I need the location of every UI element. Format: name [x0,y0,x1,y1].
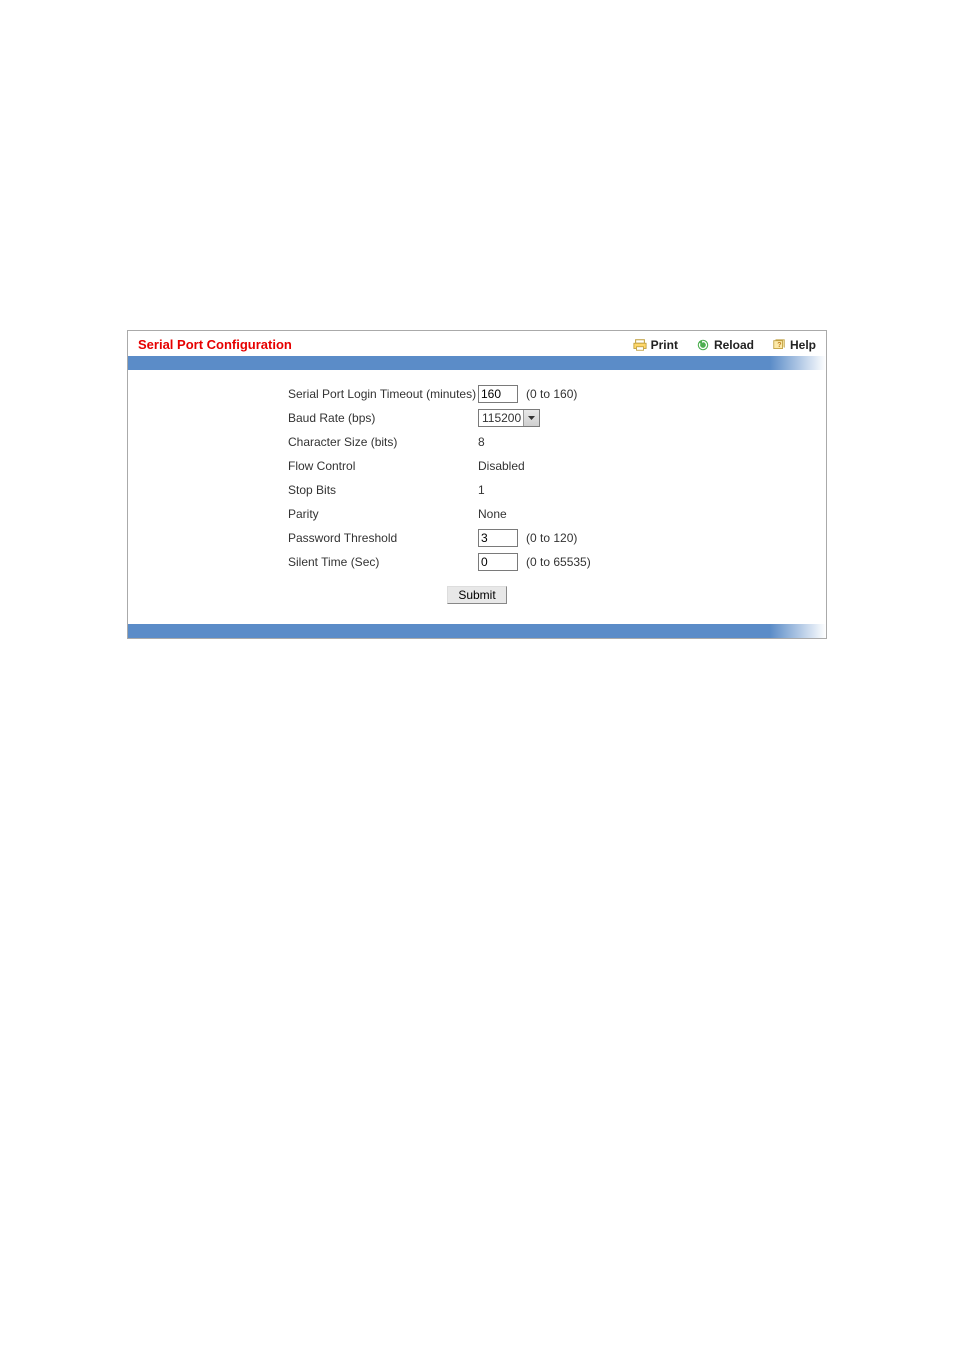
reload-icon [696,338,710,352]
row-parity: Parity None [148,504,806,524]
label-login-timeout: Serial Port Login Timeout (minutes) [148,387,478,401]
reload-label: Reload [714,338,754,352]
panel-title: Serial Port Configuration [138,337,633,352]
submit-row: Submit [148,586,806,604]
row-flow-control: Flow Control Disabled [148,456,806,476]
label-baud-rate: Baud Rate (bps) [148,411,478,425]
help-icon: ? [772,338,786,352]
value-char-size: 8 [478,435,485,449]
serial-port-config-panel: Serial Port Configuration Print Reload ?… [127,330,827,639]
select-baud-rate[interactable]: 115200 [478,409,540,427]
label-silent-time: Silent Time (Sec) [148,555,478,569]
label-password-threshold: Password Threshold [148,531,478,545]
label-flow-control: Flow Control [148,459,478,473]
help-link[interactable]: ? Help [772,338,816,352]
divider-top [128,356,826,370]
divider-bottom [128,624,826,638]
row-baud-rate: Baud Rate (bps) 115200 [148,408,806,428]
reload-link[interactable]: Reload [696,338,754,352]
panel-header: Serial Port Configuration Print Reload ?… [128,331,826,356]
row-login-timeout: Serial Port Login Timeout (minutes) (0 t… [148,384,806,404]
print-label: Print [651,338,678,352]
form-area: Serial Port Login Timeout (minutes) (0 t… [128,370,826,616]
label-parity: Parity [148,507,478,521]
value-parity: None [478,507,507,521]
hint-login-timeout: (0 to 160) [526,387,577,401]
hint-silent-time: (0 to 65535) [526,555,591,569]
printer-icon [633,338,647,352]
chevron-down-icon [523,410,539,426]
value-stop-bits: 1 [478,483,485,497]
value-flow-control: Disabled [478,459,525,473]
hint-password-threshold: (0 to 120) [526,531,577,545]
label-stop-bits: Stop Bits [148,483,478,497]
row-stop-bits: Stop Bits 1 [148,480,806,500]
print-link[interactable]: Print [633,338,678,352]
input-silent-time[interactable] [478,553,518,571]
help-label: Help [790,338,816,352]
row-char-size: Character Size (bits) 8 [148,432,806,452]
input-login-timeout[interactable] [478,385,518,403]
select-baud-rate-value: 115200 [482,411,523,425]
row-silent-time: Silent Time (Sec) (0 to 65535) [148,552,806,572]
submit-button[interactable]: Submit [447,586,506,604]
label-char-size: Character Size (bits) [148,435,478,449]
input-password-threshold[interactable] [478,529,518,547]
svg-text:?: ? [777,341,781,348]
row-password-threshold: Password Threshold (0 to 120) [148,528,806,548]
header-actions: Print Reload ? Help [633,338,816,352]
